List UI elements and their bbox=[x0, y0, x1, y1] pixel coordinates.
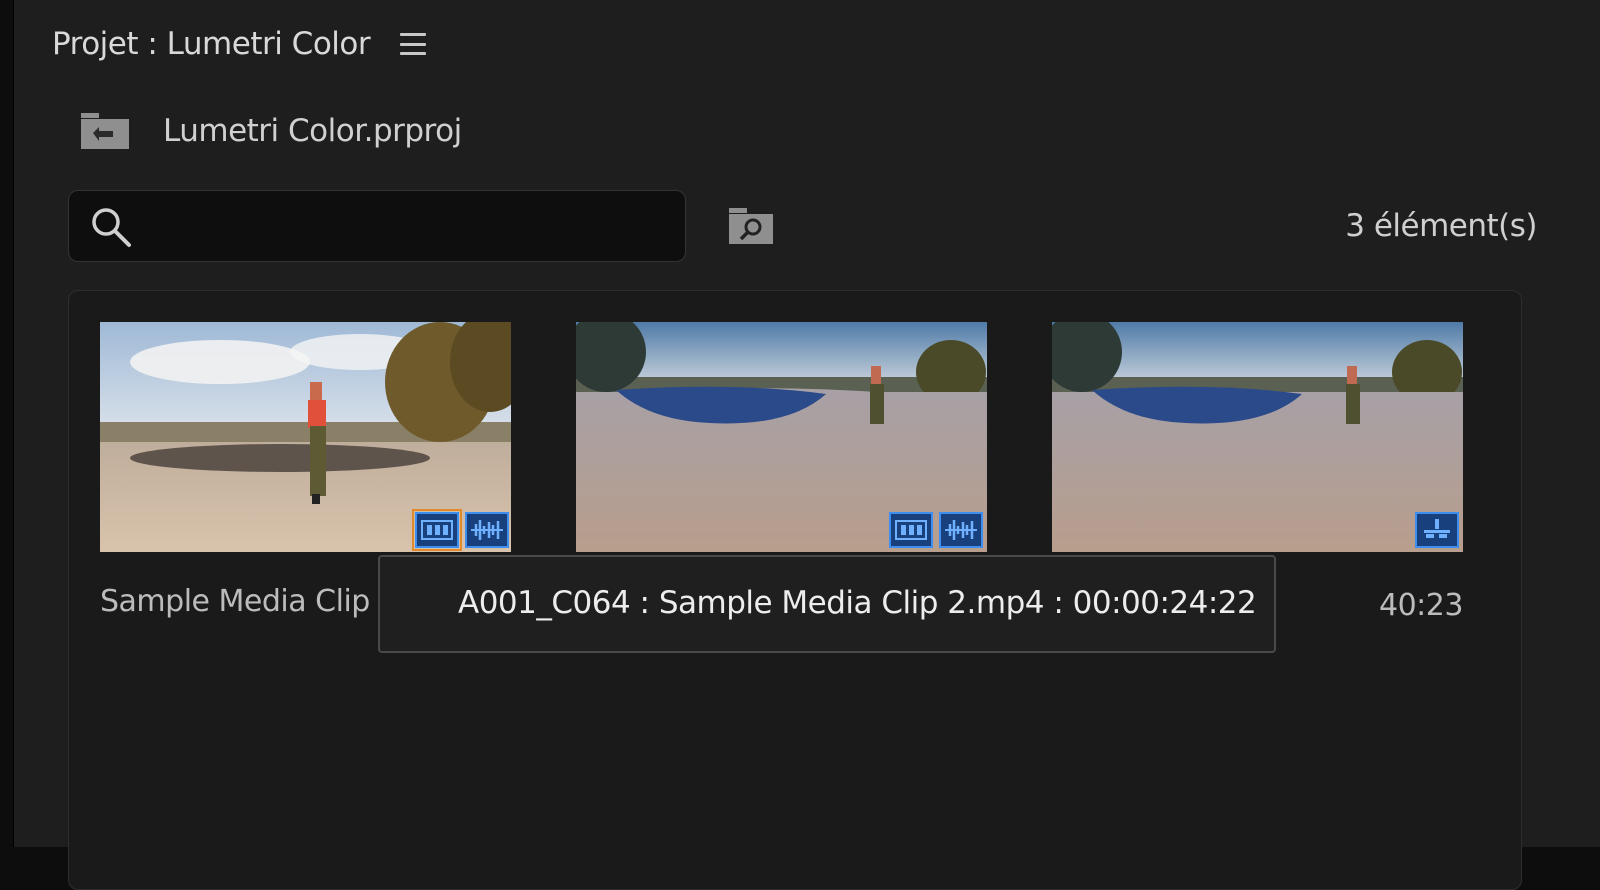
hamburger-menu-icon[interactable] bbox=[400, 33, 427, 55]
bin-breadcrumb: Lumetri Color.prproj bbox=[79, 108, 462, 154]
clip-tooltip: A001_C064 : Sample Media Clip 2.mp4 : 00… bbox=[378, 555, 1276, 653]
bin-name: Lumetri Color.prproj bbox=[163, 113, 462, 149]
item-count: 3 élément(s) bbox=[1345, 208, 1537, 244]
panel-title: Projet : Lumetri Color bbox=[52, 26, 371, 62]
panel-header: Projet : Lumetri Color bbox=[52, 24, 427, 64]
tooltip-text: A001_C064 : Sample Media Clip 2.mp4 : 00… bbox=[458, 585, 1257, 621]
skatepark-bowl-sequence-image bbox=[1052, 322, 1463, 552]
search-box[interactable] bbox=[68, 190, 686, 262]
video-icon[interactable] bbox=[412, 509, 462, 551]
audio-icon[interactable] bbox=[939, 512, 983, 548]
sequence-icon[interactable] bbox=[1415, 512, 1459, 548]
clip-thumbnail-3[interactable] bbox=[1052, 322, 1463, 552]
project-panel: Projet : Lumetri Color Lumetri Color.prp… bbox=[13, 0, 1600, 890]
search-icon bbox=[89, 205, 133, 249]
clip-name-1: Sample Media Clip bbox=[100, 584, 370, 619]
audio-icon[interactable] bbox=[465, 512, 509, 548]
search-input[interactable] bbox=[149, 201, 673, 253]
clip-thumbnail-2[interactable] bbox=[576, 322, 987, 552]
clip-duration-3: 40:23 bbox=[1379, 588, 1463, 623]
find-in-bin-icon[interactable] bbox=[728, 207, 774, 245]
video-icon[interactable] bbox=[889, 512, 933, 548]
clip-thumbnail-1[interactable] bbox=[100, 322, 511, 552]
folder-up-icon[interactable] bbox=[79, 111, 131, 151]
